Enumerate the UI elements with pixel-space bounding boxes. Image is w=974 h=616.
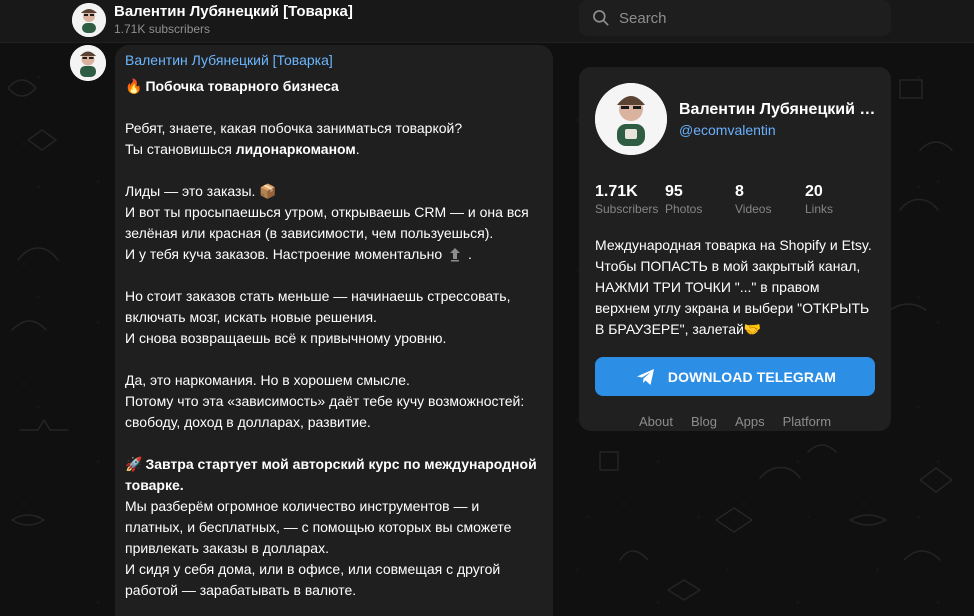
stat-label: Photos — [665, 202, 703, 216]
message-line-7-text: И у тебя куча заказов. Настроение момент… — [125, 246, 443, 262]
channel-header-text: Валентин Лубянецкий [Товарка] 1.71K subs… — [114, 4, 353, 36]
message-bubble: Валентин Лубянецкий [Товарка] 🔥 Побочка т… — [115, 45, 553, 616]
footer-link-blog[interactable]: Blog — [691, 414, 717, 429]
profile-description-line: НАЖМИ ТРИ ТОЧКИ "..." в правом — [595, 279, 820, 295]
message-line-6: зелёная или красная (в зависимости, чем … — [125, 225, 494, 241]
arrow-up-icon — [450, 248, 461, 262]
message-author-avatar[interactable] — [70, 45, 106, 81]
profile-description-line: В БРАУЗЕРЕ", залетай🤝 — [595, 321, 762, 337]
profile-description-line: Международная товарка на Shopify и Etsy. — [595, 237, 872, 253]
message-line-3-strong: лидонаркоманом — [235, 141, 356, 157]
message-line-15: товарке. — [125, 477, 184, 493]
profile-description-line: верхнем углу экрана и выбери "ОТКРЫТЬ — [595, 300, 870, 316]
profile-avatar[interactable] — [595, 83, 667, 155]
profile-stats: 1.71K Subscribers 95 Photos 8 Videos 20 … — [595, 183, 875, 217]
message-line-14: 🚀 Завтра стартует мой авторский курс по м… — [125, 454, 543, 475]
download-telegram-label: DOWNLOAD TELEGRAM — [667, 368, 837, 385]
message-author[interactable]: Валентин Лубянецкий [Товарка] — [125, 52, 543, 68]
telegram-web-page: Валентин Лубянецкий [Товарка] 1.71K subs… — [0, 0, 974, 616]
message-line-3: Ты становишься лидонаркоманом. — [125, 139, 543, 160]
message-line-16: Мы разберём огромное количество инструме… — [125, 498, 480, 514]
channel-profile-card: Валентин Лубянецкий [Т... @ecomvalentin … — [579, 67, 891, 431]
message-line-19: И сидя у себя дома, или в офисе, или сов… — [125, 561, 501, 577]
message-line-1: 🔥 Побочка товарного бизнеса — [125, 76, 543, 97]
message-line-1-text: Побочка товарного бизнеса — [145, 78, 339, 94]
fire-icon: 🔥 — [125, 78, 143, 94]
channel-header[interactable]: Валентин Лубянецкий [Товарка] 1.71K subs… — [72, 2, 392, 38]
rocket-icon: 🚀 — [125, 456, 143, 472]
message-line-9: включать мозг, искать новые решения. — [125, 309, 377, 325]
message-line-3-suffix: . — [355, 141, 360, 157]
stat-value: 8 — [735, 183, 744, 200]
telegram-icon — [636, 368, 654, 385]
profile-name-block: Валентин Лубянецкий [Т... @ecomvalentin — [679, 100, 879, 139]
stat-value: 1.71K — [595, 183, 638, 200]
message-line-7-suffix: . — [467, 246, 472, 262]
profile-name: Валентин Лубянецкий [Т... — [679, 100, 879, 118]
search-icon — [593, 10, 609, 26]
message-area: Валентин Лубянецкий [Товарка] 🔥 Побочка т… — [70, 45, 553, 616]
message-line-3-prefix: Ты становишься — [125, 141, 236, 157]
search-box[interactable] — [579, 0, 891, 36]
profile-top: Валентин Лубянецкий [Т... @ecomvalentin — [595, 83, 879, 155]
message-line-12: Потому что эта «зависимость» даёт тебе к… — [125, 393, 525, 409]
message-line-4: Лиды — это заказы. 📦 — [125, 181, 543, 202]
stat-label: Subscribers — [595, 202, 659, 216]
message-line-11: Да, это наркомания. Но в хорошем смысле. — [125, 372, 410, 388]
profile-description: Международная товарка на Shopify и Etsy.… — [595, 235, 875, 340]
search-input[interactable] — [619, 9, 869, 27]
profile-handle[interactable]: @ecomvalentin — [679, 121, 875, 139]
message-line-10: И снова возвращаешь всё к привычному уро… — [125, 330, 447, 346]
stat-links[interactable]: 20 Links — [805, 183, 875, 217]
stat-subscribers: 1.71K Subscribers — [595, 183, 665, 217]
message-line-8: Но стоит заказов стать меньше — начинаеш… — [125, 288, 511, 304]
message-line-14-text: Завтра стартует мой авторский курс по ме… — [145, 456, 537, 472]
stat-value: 95 — [665, 183, 683, 200]
message-line-2: Ребят, знаете, какая побочка заниматься … — [125, 120, 463, 136]
footer-links: About Blog Apps Platform — [595, 414, 875, 429]
package-icon: 📦 — [259, 183, 277, 199]
footer-link-about[interactable]: About — [639, 414, 673, 429]
download-telegram-button[interactable]: DOWNLOAD TELEGRAM — [595, 357, 875, 396]
top-bar: Валентин Лубянецкий [Товарка] 1.71K subs… — [0, 0, 974, 43]
message-line-20: работой — зарабатывать в валюте. — [125, 582, 357, 598]
message-line-13: свободу, доход в долларах, развитие. — [125, 414, 371, 430]
stat-videos[interactable]: 8 Videos — [735, 183, 805, 217]
profile-description-line: Чтобы ПОПАСТЬ в мой закрытый канал, — [595, 258, 861, 274]
channel-avatar — [72, 3, 106, 37]
footer-link-platform[interactable]: Platform — [783, 414, 831, 429]
channel-subscribers: 1.71K subscribers — [114, 21, 211, 36]
footer-link-apps[interactable]: Apps — [735, 414, 765, 429]
stat-label: Links — [805, 202, 834, 216]
stat-photos[interactable]: 95 Photos — [665, 183, 735, 217]
message-line-17: платных, и бесплатных, — с помощью котор… — [125, 519, 512, 535]
stat-value: 20 — [805, 183, 823, 200]
stat-label: Videos — [735, 202, 772, 216]
message-line-7: И у тебя куча заказов. Настроение момент… — [125, 244, 543, 265]
message-line-5: И вот ты просыпаешься утром, открываешь … — [125, 204, 529, 220]
message-content: 🔥 Побочка товарного бизнеса Ребят, знаете… — [125, 76, 543, 601]
message-line-4-text: Лиды — это заказы. — [125, 183, 256, 199]
message-line-18: привлекать заказы в долларах. — [125, 540, 329, 556]
channel-title: Валентин Лубянецкий [Товарка] — [114, 3, 353, 21]
